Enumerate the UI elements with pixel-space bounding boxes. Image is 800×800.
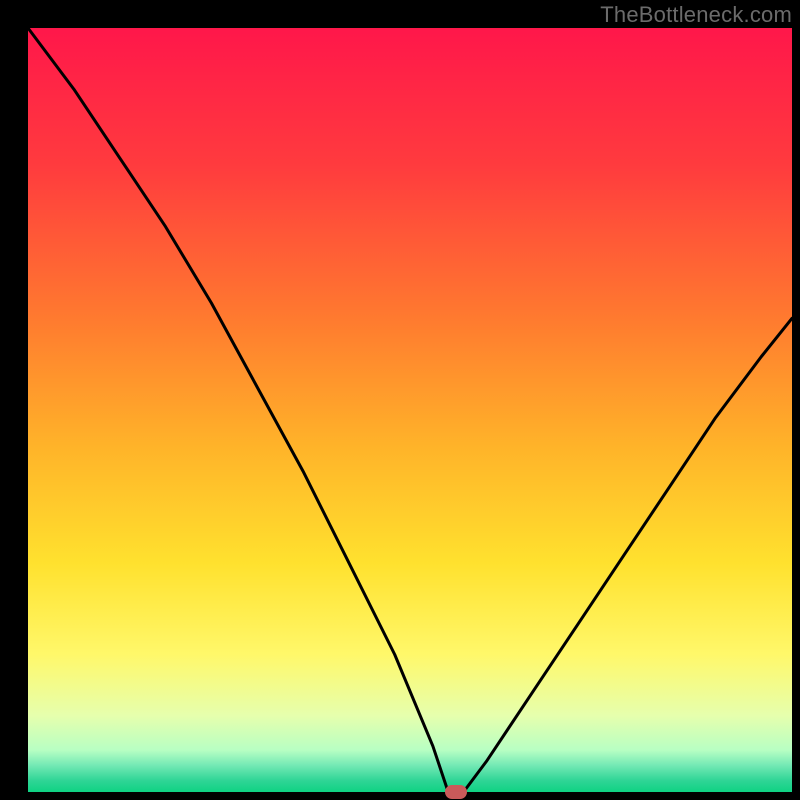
plot-background <box>28 28 792 792</box>
watermark-text: TheBottleneck.com <box>600 2 792 28</box>
chart-container: TheBottleneck.com <box>0 0 800 800</box>
ideal-point-marker <box>445 785 467 799</box>
bottleneck-chart <box>0 0 800 800</box>
